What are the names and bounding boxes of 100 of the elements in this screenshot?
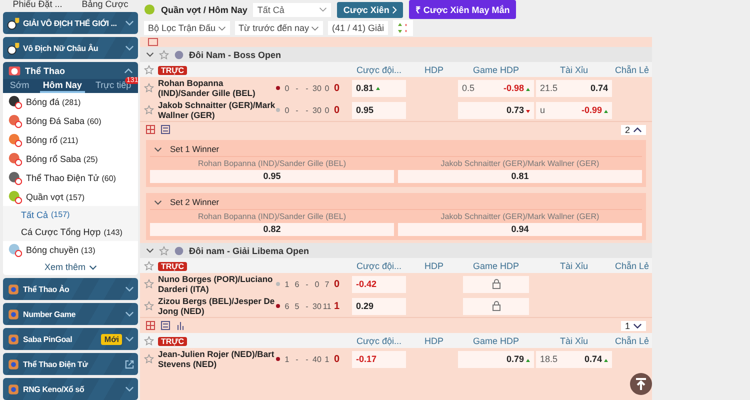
collapse-icon[interactable] (148, 38, 158, 46)
star-icon[interactable] (144, 260, 154, 270)
filter-button[interactable]: Từ trước đến nay (234, 21, 324, 35)
odds-cell[interactable]: 0.95 (150, 170, 394, 183)
odds-cell[interactable]: 0.29 (352, 298, 406, 314)
odds-cell[interactable]: 0.95 (352, 102, 406, 118)
star-icon[interactable] (144, 83, 154, 93)
caret-icon (633, 322, 642, 328)
score: 6 (294, 280, 300, 288)
game-icon (7, 382, 20, 396)
chevron-icon (125, 311, 134, 317)
set-score: 0 (334, 104, 340, 116)
game-icon (7, 332, 20, 346)
live-badge: TRỰC (158, 336, 188, 346)
odds-cell[interactable]: 0.81 (398, 170, 642, 183)
odds-cell[interactable]: 0.79 (458, 350, 534, 368)
filter-dropdown[interactable]: Tất Cả (253, 2, 332, 16)
column-header: Tài Xỉu (558, 64, 589, 74)
team-name: Rohan Bopanna (IND)/Sander Gille (BEL) (158, 78, 256, 98)
score: - (294, 354, 300, 364)
star-icon[interactable] (159, 50, 169, 60)
score: - (294, 84, 300, 92)
parlay-button[interactable]: ₹ Cược Xiên May Mắn (409, 0, 516, 19)
tournament-banner[interactable]: GIẢI VÔ ĐỊCH THẾ GIỚI ... (3, 12, 138, 34)
league-header[interactable]: Đôi nam - Giải Libema Open (140, 243, 652, 258)
set-score: 1 (334, 300, 340, 312)
team-name: Jakob Schnaitter (GER)/Mark Wallner (GER) (158, 100, 276, 120)
tournament-banner[interactable]: Vô Địch Nữ Châu Âu (3, 37, 138, 59)
star-icon[interactable] (144, 64, 154, 74)
parlay-button[interactable]: Cược Xiên (337, 2, 404, 18)
list-icon[interactable] (161, 321, 170, 330)
score: - (304, 280, 310, 288)
filter-button[interactable]: (41 / 41) Giải (328, 21, 388, 35)
league-header[interactable]: Đôi Nam - Boss Open (140, 47, 652, 62)
score: 30 (312, 302, 322, 310)
star-icon[interactable] (144, 301, 154, 311)
option-name: Jakob Schnaitter (GER)/Mark Wallner (GER) (440, 158, 600, 170)
odds-cell[interactable]: 21.5 0.74 (536, 80, 612, 96)
score: 30 (312, 106, 322, 114)
sidebar-tab[interactable]: Bảng Cược (82, 0, 128, 9)
star-icon[interactable] (144, 354, 154, 364)
option-name: Rohan Bopanna (IND)/Sander Gille (BEL) (196, 211, 348, 223)
grid-icon[interactable] (146, 321, 155, 330)
sub-category-item[interactable]: Cá Cược Tổng Hợp (143) (3, 223, 138, 241)
score: 1 (284, 354, 290, 364)
score: 1 (324, 354, 330, 364)
sidebar-menu-item[interactable]: Thể Thao Ảo (3, 278, 138, 300)
score: - (304, 354, 310, 364)
list-icon[interactable] (161, 125, 170, 134)
live-badge: TRỰC (158, 262, 188, 270)
column-header: Cược đội... (356, 260, 402, 270)
odds-cell[interactable]: 0.82 (150, 223, 394, 236)
chevron-icon (392, 6, 398, 14)
sub-category-item[interactable]: Tất Cả (157) (3, 206, 138, 224)
sort-icon[interactable] (397, 22, 410, 34)
column-header: Tài Xỉu (558, 336, 589, 346)
star-icon[interactable] (159, 246, 169, 256)
odds-cell[interactable]: u -0.99 (536, 102, 612, 118)
sidebar-menu-item[interactable]: Thể Thao Điện Tử (3, 353, 138, 375)
new-badge: Mới (101, 334, 122, 344)
more-markets-button[interactable]: 2 (620, 124, 646, 134)
chevron-icon[interactable] (154, 200, 162, 204)
filter-button[interactable]: Bộ Lọc Trận Đấu (144, 21, 230, 35)
sidebar-menu-item[interactable]: Number Game (3, 303, 138, 325)
star-icon[interactable] (144, 336, 154, 346)
star-icon[interactable] (144, 279, 154, 289)
lock-icon (492, 279, 500, 289)
score: - (304, 302, 310, 310)
set-score: 0 (334, 278, 340, 290)
set-score: 0 (334, 354, 340, 364)
column-header: Game HDP (472, 336, 520, 346)
bar-chart-icon[interactable] (176, 321, 185, 330)
sidebar-menu-item[interactable]: RNG Keno/Xổ số (3, 378, 138, 400)
grid-icon[interactable] (146, 125, 155, 134)
odds-cell[interactable]: 0.5 -0.98 (458, 80, 534, 96)
sidebar-tab[interactable]: Phiếu Đặt ... (12, 0, 62, 9)
odds-cell[interactable]: -0.42 (352, 276, 406, 292)
column-header: Chẵn Lẻ (614, 336, 650, 346)
odds-cell[interactable]: 0.81 (352, 80, 406, 96)
sport-period-tab[interactable]: Sớm (6, 79, 32, 93)
show-more-link[interactable]: Xem thêm (44, 262, 86, 272)
market-title: Set 2 Winner (170, 197, 220, 207)
chevron-icon[interactable] (88, 264, 96, 270)
star-icon[interactable] (144, 105, 154, 115)
game-icon (7, 358, 20, 370)
odds-cell[interactable]: 18.5 0.74 (536, 350, 612, 368)
more-markets-button[interactable]: 1 (620, 320, 646, 330)
odds-cell[interactable]: 0.94 (398, 223, 642, 236)
chevron-icon[interactable] (154, 146, 162, 152)
lock-icon (492, 301, 500, 311)
odds-cell[interactable]: -0.17 (352, 350, 406, 368)
sidebar-menu-item[interactable]: Saba PinGoal Mới (3, 328, 138, 350)
score: - (304, 106, 310, 114)
score: 40 (312, 354, 322, 364)
score: - (294, 106, 300, 114)
column-header: Game HDP (472, 260, 520, 270)
sport-item[interactable]: Bóng chuyền (13) (3, 240, 138, 260)
score: 1 (284, 280, 290, 288)
chevron-icon (125, 336, 134, 342)
odds-cell[interactable]: 0.73 (458, 102, 534, 118)
